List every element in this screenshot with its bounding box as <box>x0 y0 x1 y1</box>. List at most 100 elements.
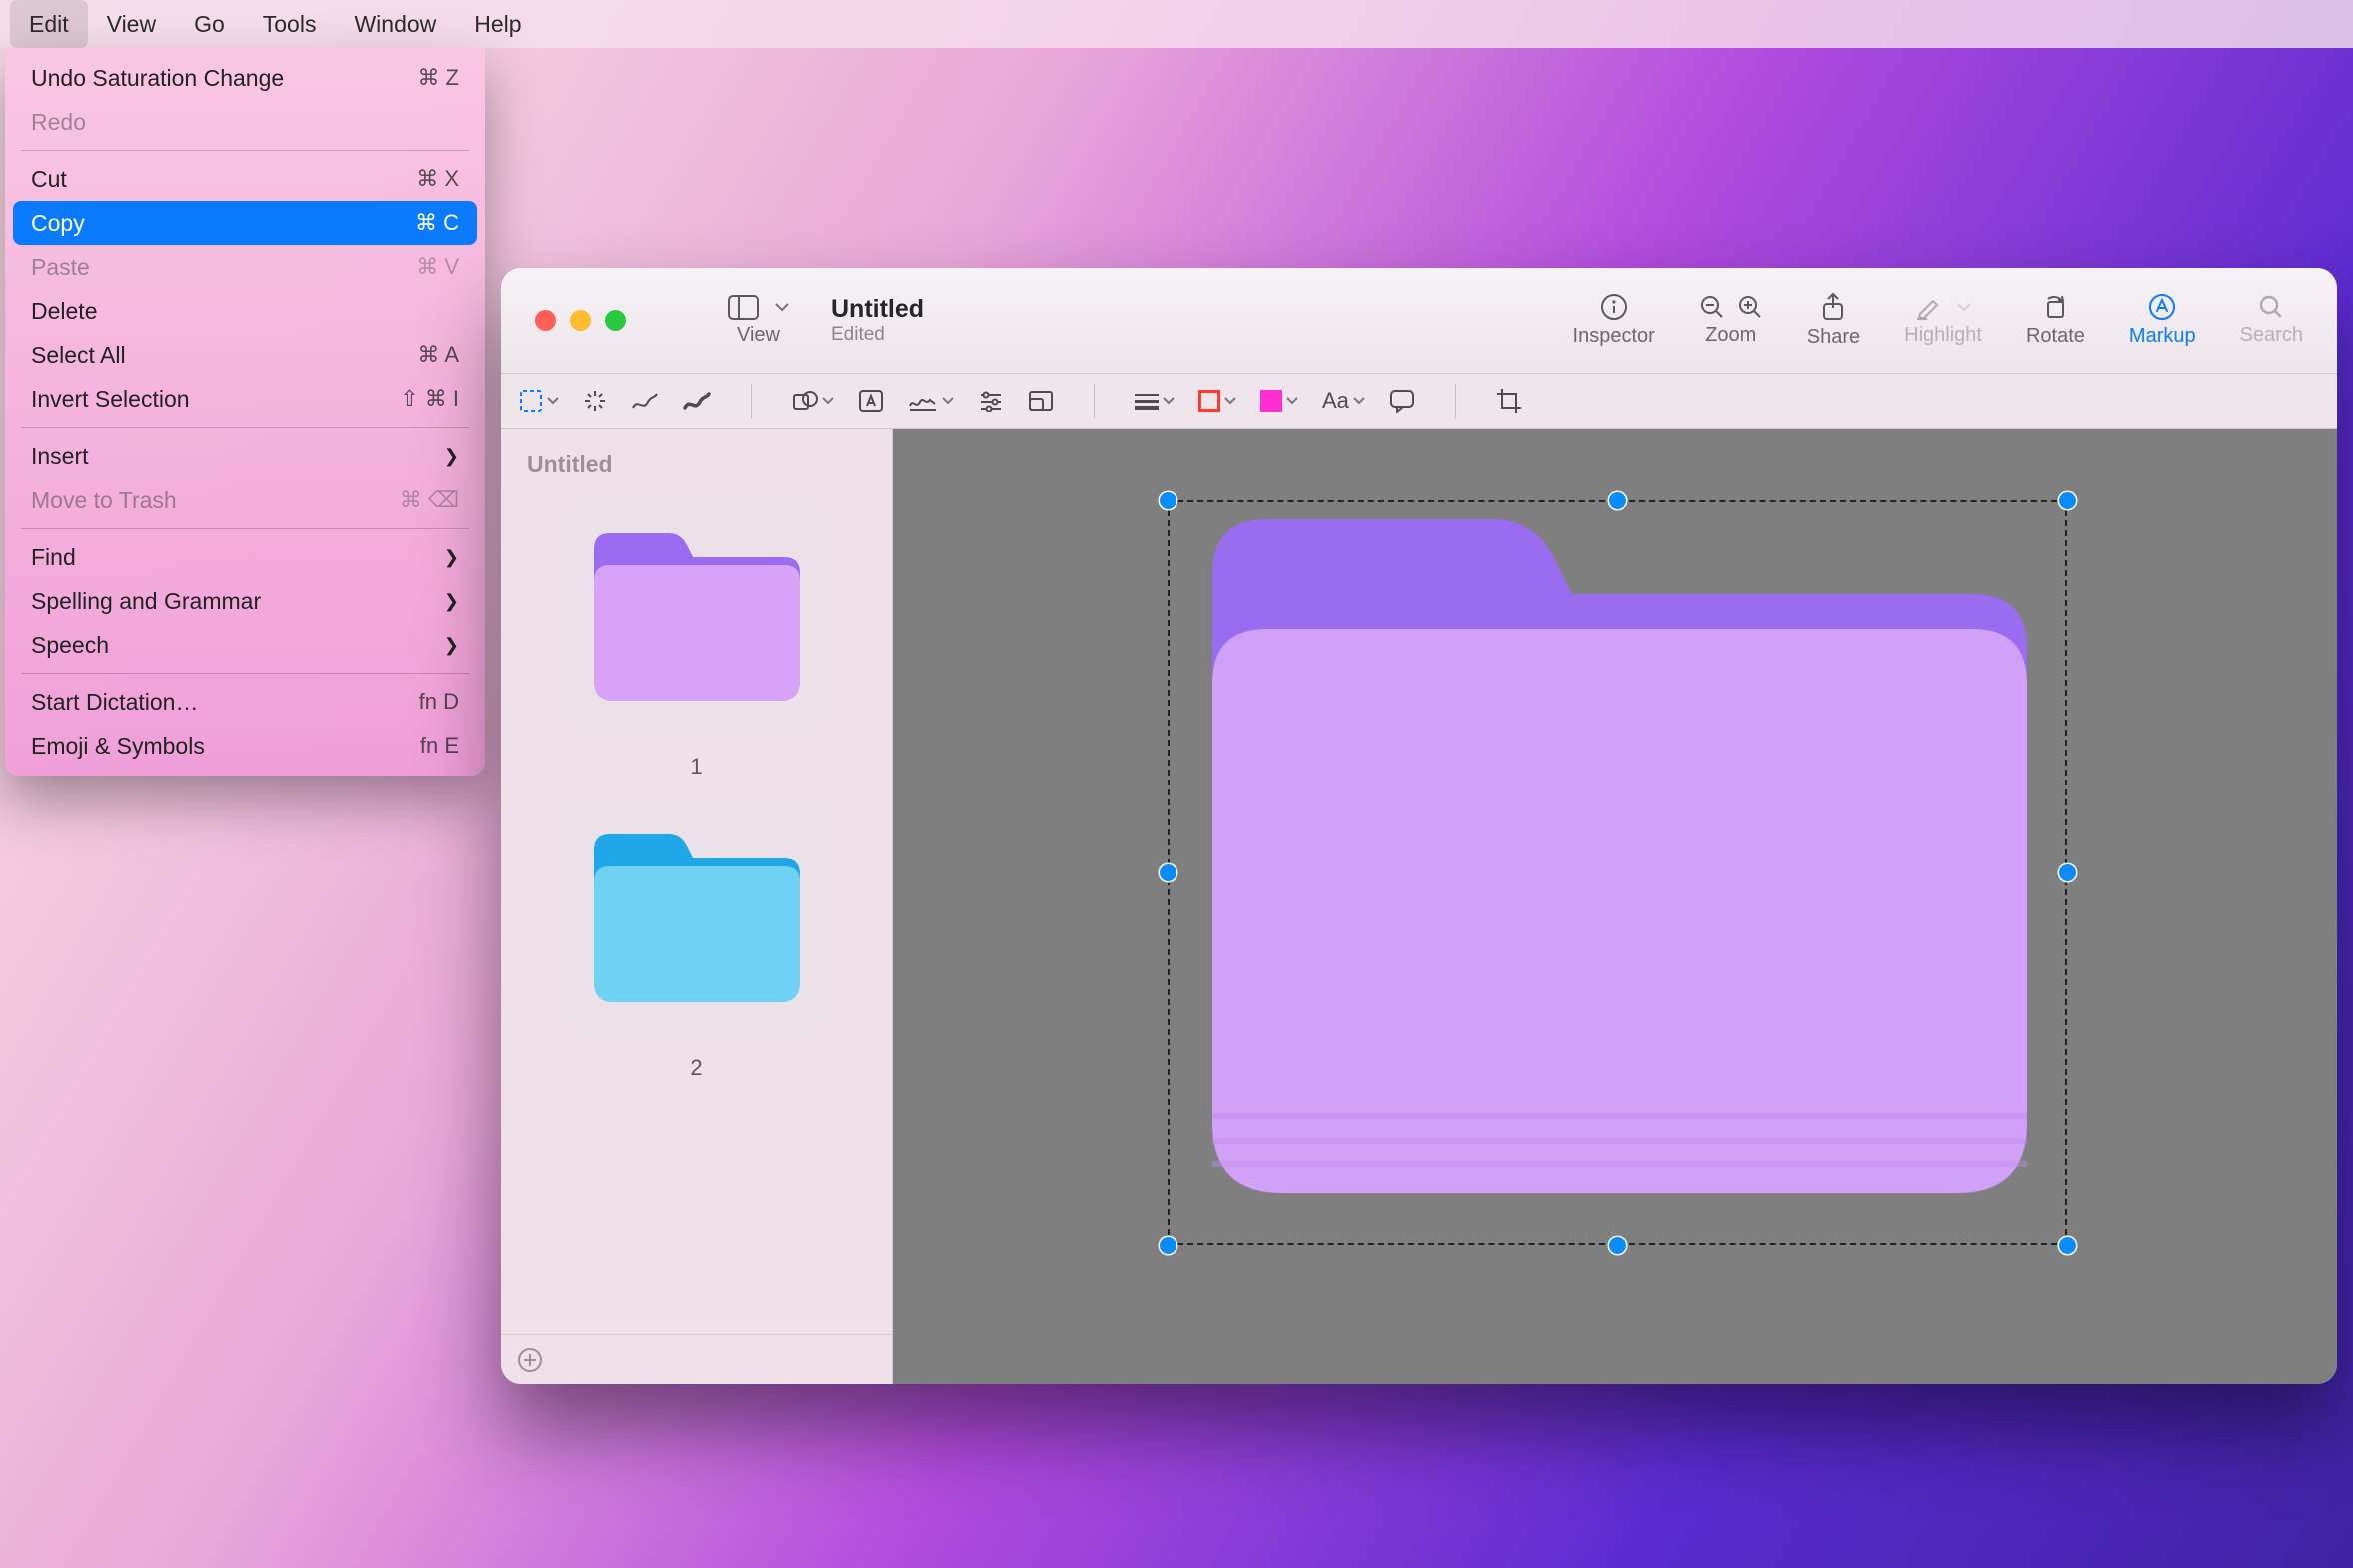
separator <box>21 150 469 151</box>
titlebar: View Untitled Edited Inspector Zoom Shar… <box>501 268 2337 374</box>
toolbar-zoom[interactable]: Zoom <box>1677 268 1785 373</box>
chevron-down-icon <box>942 397 954 405</box>
selection-tool[interactable] <box>519 389 559 413</box>
page-thumbnail-1[interactable]: 1 <box>559 498 834 780</box>
toolbar-markup-label: Markup <box>2129 325 2196 348</box>
chevron-down-icon <box>1224 397 1236 405</box>
shapes-icon <box>792 389 818 413</box>
chevron-down-icon <box>547 397 559 405</box>
title-zone: Untitled Edited <box>811 268 964 373</box>
close-button[interactable] <box>535 310 556 331</box>
resize-handle-nw[interactable] <box>1160 492 1176 509</box>
menu-find[interactable]: Find❯ <box>13 535 477 579</box>
chevron-down-icon <box>1286 397 1298 405</box>
divider <box>751 384 752 418</box>
menu-window[interactable]: Window <box>335 0 455 48</box>
resize-icon <box>1028 390 1054 412</box>
resize-handle-e[interactable] <box>2059 864 2076 881</box>
toolbar-rotate[interactable]: Rotate <box>2004 268 2107 373</box>
separator <box>21 528 469 529</box>
stroke-style[interactable] <box>1135 392 1175 410</box>
folder-icon <box>579 822 814 1012</box>
toolbar-view[interactable]: View <box>706 268 811 373</box>
chevron-down-icon <box>822 397 834 405</box>
markup-toolbar: Aa <box>501 374 2337 429</box>
edit-dropdown: Undo Saturation Change⌘ Z Redo Cut⌘ X Co… <box>5 48 485 776</box>
fill-color[interactable] <box>1260 390 1298 412</box>
menu-view[interactable]: View <box>88 0 175 48</box>
menu-cut[interactable]: Cut⌘ X <box>13 157 477 201</box>
fullscreen-button[interactable] <box>605 310 626 331</box>
resize-handle-s[interactable] <box>1609 1237 1626 1254</box>
chevron-down-icon <box>775 303 789 312</box>
menu-emoji-symbols[interactable]: Emoji & Symbolsfn E <box>13 724 477 768</box>
page-number: 2 <box>690 1055 702 1081</box>
toolbar-rotate-label: Rotate <box>2026 325 2085 348</box>
toolbar-share[interactable]: Share <box>1785 268 1882 373</box>
crop-tool[interactable] <box>1496 388 1522 414</box>
selection-marquee[interactable] <box>1168 500 2067 1245</box>
menubar: Edit View Go Tools Window Help <box>0 0 2353 48</box>
stroke-color-swatch <box>1198 390 1220 412</box>
resize-handle-sw[interactable] <box>1160 1237 1176 1254</box>
toolbar-inspector-label: Inspector <box>1573 325 1655 348</box>
sidebar: Untitled 1 <box>501 429 893 1384</box>
toolbar-search-label: Search <box>2240 324 2303 347</box>
page-number: 1 <box>690 754 702 780</box>
menu-help[interactable]: Help <box>455 0 540 48</box>
minimize-button[interactable] <box>570 310 591 331</box>
menu-insert[interactable]: Insert❯ <box>13 434 477 478</box>
text-style-label: Aa <box>1322 388 1349 414</box>
fill-color-swatch <box>1260 390 1282 412</box>
annotate-tool[interactable] <box>1389 389 1415 413</box>
draw-squiggle-icon <box>683 390 711 412</box>
menu-start-dictation[interactable]: Start Dictation…fn D <box>13 680 477 724</box>
zoom-in-icon[interactable] <box>1737 294 1763 320</box>
rotate-icon <box>2041 293 2069 321</box>
stroke-color[interactable] <box>1198 390 1236 412</box>
chevron-down-icon <box>1163 397 1175 405</box>
toolbar-search: Search <box>2218 268 2337 373</box>
text-style[interactable]: Aa <box>1322 388 1365 414</box>
resize-handle-w[interactable] <box>1160 864 1176 881</box>
sketch-tool[interactable] <box>631 390 659 412</box>
page-thumbnail-2[interactable]: 2 <box>559 799 834 1081</box>
zoom-out-icon[interactable] <box>1699 294 1725 320</box>
toolbar-view-label: View <box>737 324 780 347</box>
search-icon <box>2258 294 2284 320</box>
text-tool[interactable] <box>858 389 884 413</box>
menu-spelling-grammar[interactable]: Spelling and Grammar❯ <box>13 579 477 623</box>
menu-delete[interactable]: Delete <box>13 289 477 333</box>
divider <box>1455 384 1456 418</box>
resize-handle-n[interactable] <box>1609 492 1626 509</box>
draw-tool[interactable] <box>683 390 711 412</box>
sign-tool[interactable] <box>908 390 954 412</box>
magic-wand-icon <box>583 389 607 413</box>
instant-alpha-tool[interactable] <box>583 389 607 413</box>
menu-paste: Paste⌘ V <box>13 245 477 289</box>
menu-go[interactable]: Go <box>175 0 244 48</box>
add-page-icon[interactable] <box>517 1347 543 1373</box>
adjust-color-tool[interactable] <box>978 390 1004 412</box>
menu-move-to-trash: Move to Trash⌘ ⌫ <box>13 478 477 522</box>
shapes-tool[interactable] <box>792 389 834 413</box>
menu-undo[interactable]: Undo Saturation Change⌘ Z <box>13 56 477 100</box>
toolbar-markup[interactable]: Markup <box>2107 268 2218 373</box>
toolbar-inspector[interactable]: Inspector <box>1551 268 1677 373</box>
canvas[interactable] <box>893 429 2337 1384</box>
menu-edit[interactable]: Edit <box>10 0 88 48</box>
menu-copy[interactable]: Copy⌘ C <box>13 201 477 245</box>
signature-icon <box>908 390 938 412</box>
selection-rect-icon <box>519 389 543 413</box>
divider <box>1094 384 1095 418</box>
menu-select-all[interactable]: Select All⌘ A <box>13 333 477 377</box>
toolbar-share-label: Share <box>1807 326 1860 349</box>
resize-handle-ne[interactable] <box>2059 492 2076 509</box>
speech-bubble-icon <box>1389 389 1415 413</box>
menu-invert-selection[interactable]: Invert Selection⇧ ⌘ I <box>13 377 477 421</box>
menu-tools[interactable]: Tools <box>244 0 336 48</box>
resize-handle-se[interactable] <box>2059 1237 2076 1254</box>
adjust-size-tool[interactable] <box>1028 390 1054 412</box>
crop-icon <box>1496 388 1522 414</box>
menu-speech[interactable]: Speech❯ <box>13 623 477 667</box>
